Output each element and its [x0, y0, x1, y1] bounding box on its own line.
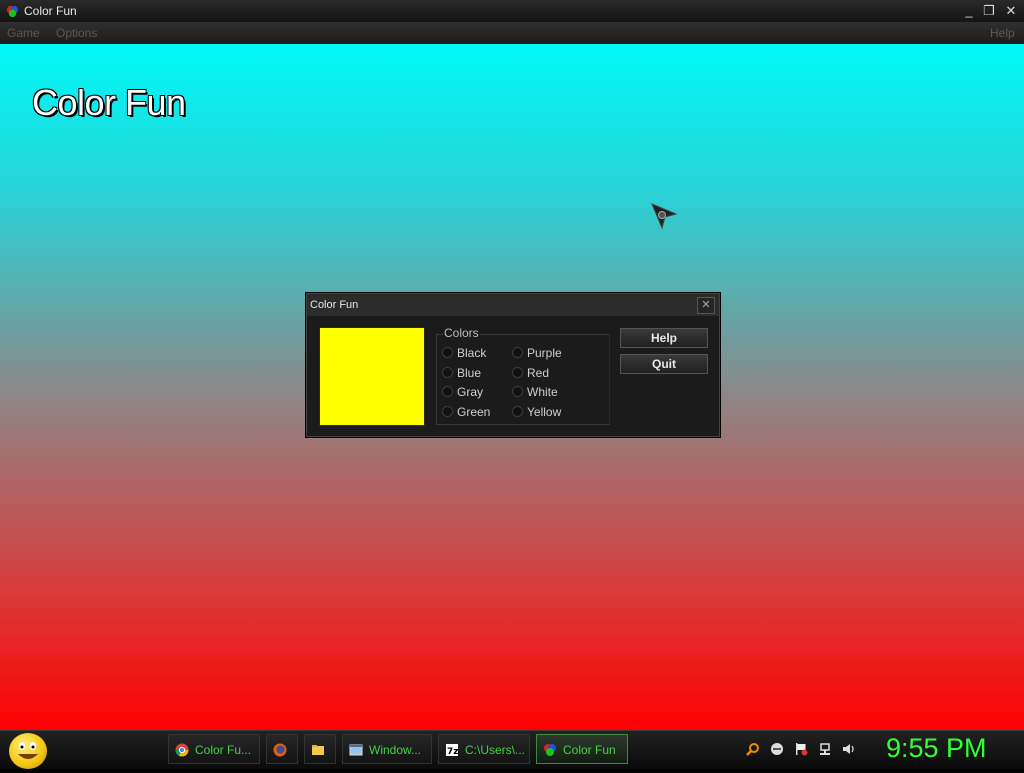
chrome-icon: [175, 743, 189, 757]
game-canvas: Color Fun Color Fun ✕ Colors Black Blue …: [0, 44, 1024, 730]
flag-icon[interactable]: [794, 742, 808, 756]
game-heading: Color Fun: [32, 82, 186, 123]
task-window[interactable]: Window...: [342, 734, 432, 764]
restore-button[interactable]: ❐: [980, 2, 998, 19]
radio-red[interactable]: Red: [512, 366, 549, 380]
radio-icon: [442, 367, 453, 378]
radio-label: Black: [457, 346, 487, 360]
task-label: Color Fun: [563, 743, 616, 757]
start-button[interactable]: [9, 733, 47, 769]
color-dialog: Color Fun ✕ Colors Black Blue Gray Green…: [306, 293, 720, 437]
smiley-icon: [18, 742, 38, 759]
radio-label: White: [527, 385, 558, 399]
dialog-title: Color Fun: [310, 299, 359, 311]
radio-black[interactable]: Black: [442, 346, 486, 360]
task-chrome[interactable]: Color Fu...: [168, 734, 260, 764]
task-firefox[interactable]: [266, 734, 298, 764]
taskbar: Color Fu... Window... 7z C:\Users\... Co…: [0, 730, 1024, 769]
volume-icon[interactable]: [842, 742, 856, 756]
dialog-titlebar: Color Fun ✕: [307, 294, 719, 316]
radio-icon: [442, 386, 453, 397]
colorfun-icon: [544, 744, 556, 756]
svg-text:7z: 7z: [447, 747, 459, 757]
window-titlebar: Color Fun _ ❐ ✕: [0, 0, 1024, 22]
cursor-icon: [651, 203, 678, 230]
radio-label: Green: [457, 405, 491, 419]
task-colorfun[interactable]: Color Fun: [536, 734, 628, 764]
radio-label: Red: [527, 366, 550, 380]
radio-label: Purple: [527, 346, 562, 360]
colors-group-label: Colors: [443, 326, 480, 340]
radio-label: Gray: [457, 385, 484, 399]
radio-label: Yellow: [527, 405, 562, 419]
radio-icon: [512, 347, 523, 358]
task-folder[interactable]: [304, 734, 336, 764]
menu-options[interactable]: Options: [56, 26, 97, 40]
task-label: Color Fu...: [195, 743, 252, 757]
menu-game[interactable]: Game: [7, 26, 40, 40]
radio-icon: [442, 347, 453, 358]
help-button[interactable]: Help: [620, 328, 708, 348]
task-label: C:\Users\...: [465, 743, 526, 757]
search-icon[interactable]: [746, 742, 760, 756]
color-swatch: [319, 327, 425, 426]
radio-icon: [512, 406, 523, 417]
dialog-close-button[interactable]: ✕: [697, 297, 715, 314]
radio-green[interactable]: Green: [442, 405, 490, 419]
radio-icon: [512, 367, 523, 378]
messenger-icon[interactable]: [770, 742, 784, 756]
menu-help[interactable]: Help: [990, 26, 1015, 40]
radio-label: Blue: [457, 366, 482, 380]
folder-icon: [312, 745, 324, 755]
radio-white[interactable]: White: [512, 385, 558, 399]
window-title: Color Fun: [24, 4, 77, 18]
radio-icon: [512, 386, 523, 397]
quit-button[interactable]: Quit: [620, 354, 708, 374]
task-7zip[interactable]: 7z C:\Users\...: [438, 734, 530, 764]
network-icon[interactable]: [818, 742, 832, 756]
minimize-button[interactable]: _: [960, 2, 978, 19]
firefox-icon: [273, 743, 287, 757]
clock[interactable]: 9:55 PM: [886, 733, 987, 764]
close-button[interactable]: ✕: [1002, 2, 1020, 19]
menu-bar: Game Options Help: [0, 22, 1024, 44]
radio-purple[interactable]: Purple: [512, 346, 562, 360]
radio-icon: [442, 406, 453, 417]
task-label: Window...: [369, 743, 422, 757]
radio-yellow[interactable]: Yellow: [512, 405, 561, 419]
radio-blue[interactable]: Blue: [442, 366, 481, 380]
window-icon: [349, 744, 363, 756]
app-icon: [6, 5, 19, 18]
7zip-icon: 7z: [446, 744, 459, 757]
radio-gray[interactable]: Gray: [442, 385, 483, 399]
